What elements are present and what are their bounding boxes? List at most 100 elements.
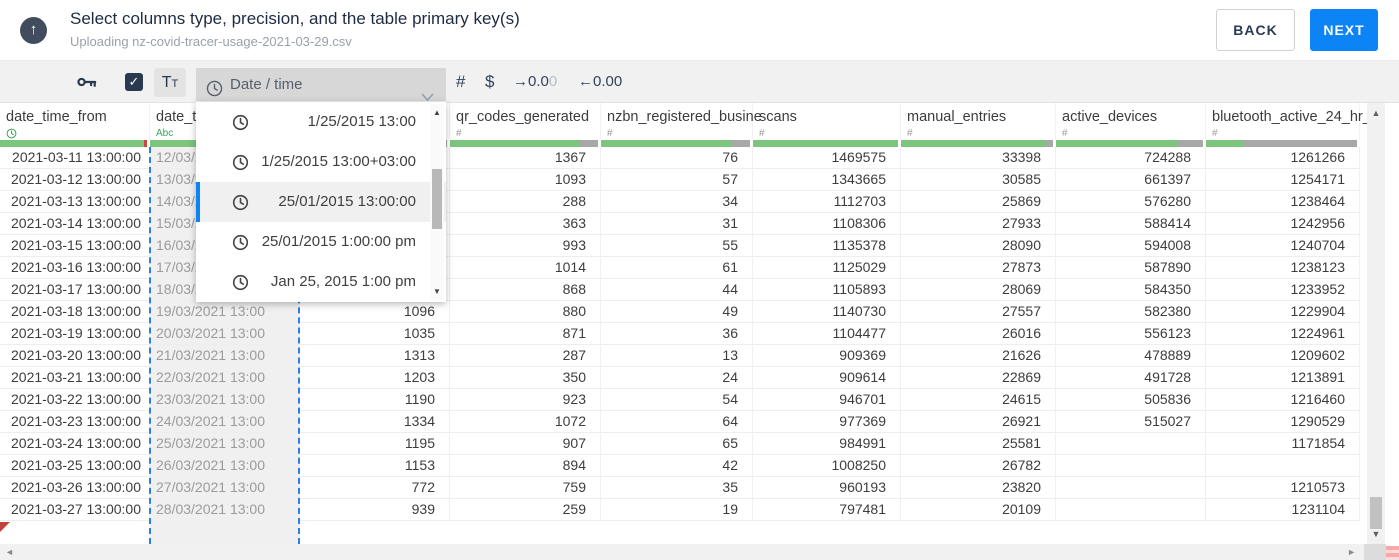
table-cell[interactable]: 772 — [300, 477, 450, 499]
table-cell[interactable] — [1056, 455, 1206, 477]
table-cell[interactable]: 984991 — [753, 433, 901, 455]
column-header[interactable]: qr_codes_generated # — [450, 103, 601, 140]
table-cell[interactable]: 30585 — [901, 169, 1056, 191]
table-cell[interactable]: 491728 — [1056, 367, 1206, 389]
dropdown-option[interactable]: 25/01/2015 13:00:00 — [196, 182, 446, 222]
table-cell[interactable]: 1195 — [300, 433, 450, 455]
table-cell[interactable]: 26016 — [901, 323, 1056, 345]
vertical-scrollbar-thumb[interactable] — [1370, 497, 1382, 529]
primary-key-icon[interactable] — [76, 72, 98, 92]
table-cell[interactable]: 505836 — [1056, 389, 1206, 411]
currency-type-button[interactable]: $ — [485, 61, 494, 103]
table-cell[interactable]: 594008 — [1056, 235, 1206, 257]
scroll-left-button[interactable]: ◄ — [5, 547, 14, 557]
table-cell[interactable]: 31 — [601, 213, 753, 235]
table-cell[interactable]: 27873 — [901, 257, 1056, 279]
table-cell[interactable]: 24/03/2021 13:00 — [150, 411, 300, 433]
table-cell[interactable]: 582380 — [1056, 301, 1206, 323]
next-button[interactable]: NEXT — [1310, 9, 1378, 51]
table-cell[interactable]: 2021-03-24 13:00:00 — [0, 433, 150, 455]
table-cell[interactable]: 2021-03-12 13:00:00 — [0, 169, 150, 191]
table-cell[interactable]: 1072 — [450, 411, 601, 433]
increase-precision-button[interactable]: ←0.00 — [578, 61, 622, 103]
table-cell[interactable]: 1343665 — [753, 169, 901, 191]
table-cell[interactable]: 64 — [601, 411, 753, 433]
vertical-scrollbar[interactable]: ▲ ▼ — [1367, 103, 1385, 544]
table-cell[interactable]: 76 — [601, 147, 753, 169]
table-cell[interactable]: 2021-03-23 13:00:00 — [0, 411, 150, 433]
table-cell[interactable]: 1469575 — [753, 147, 901, 169]
table-cell[interactable]: 21/03/2021 13:00 — [150, 345, 300, 367]
table-cell[interactable]: 25869 — [901, 191, 1056, 213]
table-cell[interactable]: 24 — [601, 367, 753, 389]
nullable-checkbox[interactable]: ✓ — [125, 73, 143, 91]
table-cell[interactable]: 287 — [450, 345, 601, 367]
table-cell[interactable]: 2021-03-25 13:00:00 — [0, 455, 150, 477]
table-cell[interactable]: 588414 — [1056, 213, 1206, 235]
table-cell[interactable]: 587890 — [1056, 257, 1206, 279]
table-cell[interactable]: 1254171 — [1206, 169, 1360, 191]
table-cell[interactable]: 21626 — [901, 345, 1056, 367]
table-cell[interactable]: 20109 — [901, 499, 1056, 521]
column-header[interactable]: nzbn_registered_busine # — [601, 103, 762, 140]
table-cell[interactable]: 2021-03-13 13:00:00 — [0, 191, 150, 213]
column-header[interactable]: active_devices # — [1056, 103, 1206, 140]
table-cell[interactable]: 259 — [450, 499, 601, 521]
table-cell[interactable] — [1056, 433, 1206, 455]
dropdown-scrollbar-thumb[interactable] — [432, 169, 442, 229]
table-cell[interactable]: 2021-03-21 13:00:00 — [0, 367, 150, 389]
table-cell[interactable]: 2021-03-19 13:00:00 — [0, 323, 150, 345]
table-cell[interactable]: 1093 — [450, 169, 601, 191]
table-cell[interactable]: 25/03/2021 13:00 — [150, 433, 300, 455]
table-cell[interactable]: 23/03/2021 13:00 — [150, 389, 300, 411]
table-cell[interactable]: 28069 — [901, 279, 1056, 301]
table-cell[interactable]: 35 — [601, 477, 753, 499]
table-cell[interactable]: 2021-03-22 13:00:00 — [0, 389, 150, 411]
table-cell[interactable]: 661397 — [1056, 169, 1206, 191]
column-header[interactable]: bluetooth_active_24_hr_ # — [1206, 103, 1371, 140]
horizontal-scrollbar[interactable]: ◄ ► — [0, 544, 1364, 560]
table-cell[interactable]: 576280 — [1056, 191, 1206, 213]
table-cell[interactable]: 556123 — [1056, 323, 1206, 345]
table-cell[interactable]: 923 — [450, 389, 601, 411]
table-cell[interactable]: 1140730 — [753, 301, 901, 323]
table-cell[interactable]: 1240704 — [1206, 235, 1360, 257]
table-cell[interactable]: 871 — [450, 323, 601, 345]
table-cell[interactable]: 1216460 — [1206, 389, 1360, 411]
table-cell[interactable]: 1334 — [300, 411, 450, 433]
table-cell[interactable]: 2021-03-17 13:00:00 — [0, 279, 150, 301]
table-cell[interactable]: 1008250 — [753, 455, 901, 477]
table-cell[interactable]: 1171854 — [1206, 433, 1360, 455]
table-cell[interactable]: 1261266 — [1206, 147, 1360, 169]
table-cell[interactable]: 1203 — [300, 367, 450, 389]
dropdown-scrollbar[interactable]: ▲ ▼ — [430, 104, 444, 300]
table-cell[interactable]: 36 — [601, 323, 753, 345]
table-cell[interactable]: 1242956 — [1206, 213, 1360, 235]
table-cell[interactable]: 54 — [601, 389, 753, 411]
table-cell[interactable]: 1238464 — [1206, 191, 1360, 213]
table-cell[interactable]: 1313 — [300, 345, 450, 367]
table-cell[interactable]: 1238123 — [1206, 257, 1360, 279]
table-cell[interactable]: 946701 — [753, 389, 901, 411]
table-cell[interactable]: 1135378 — [753, 235, 901, 257]
dropdown-scroll-up[interactable]: ▲ — [430, 108, 444, 117]
table-cell[interactable]: 26782 — [901, 455, 1056, 477]
scroll-up-button[interactable]: ▲ — [1367, 108, 1385, 118]
dropdown-option[interactable]: 1/25/2015 13:00+03:00 — [196, 142, 446, 182]
number-type-button[interactable]: # — [456, 61, 465, 103]
table-cell[interactable]: 1233952 — [1206, 279, 1360, 301]
table-cell[interactable]: 584350 — [1056, 279, 1206, 301]
table-cell[interactable]: 1367 — [450, 147, 601, 169]
table-cell[interactable]: 13 — [601, 345, 753, 367]
table-cell[interactable]: 55 — [601, 235, 753, 257]
table-cell[interactable]: 22869 — [901, 367, 1056, 389]
back-button[interactable]: BACK — [1216, 9, 1295, 51]
table-cell[interactable]: 61 — [601, 257, 753, 279]
table-cell[interactable]: 19 — [601, 499, 753, 521]
table-cell[interactable]: 288 — [450, 191, 601, 213]
table-cell[interactable]: 1213891 — [1206, 367, 1360, 389]
table-cell[interactable]: 1104477 — [753, 323, 901, 345]
table-cell[interactable]: 2021-03-11 13:00:00 — [0, 147, 150, 169]
table-cell[interactable]: 350 — [450, 367, 601, 389]
table-cell[interactable]: 33398 — [901, 147, 1056, 169]
